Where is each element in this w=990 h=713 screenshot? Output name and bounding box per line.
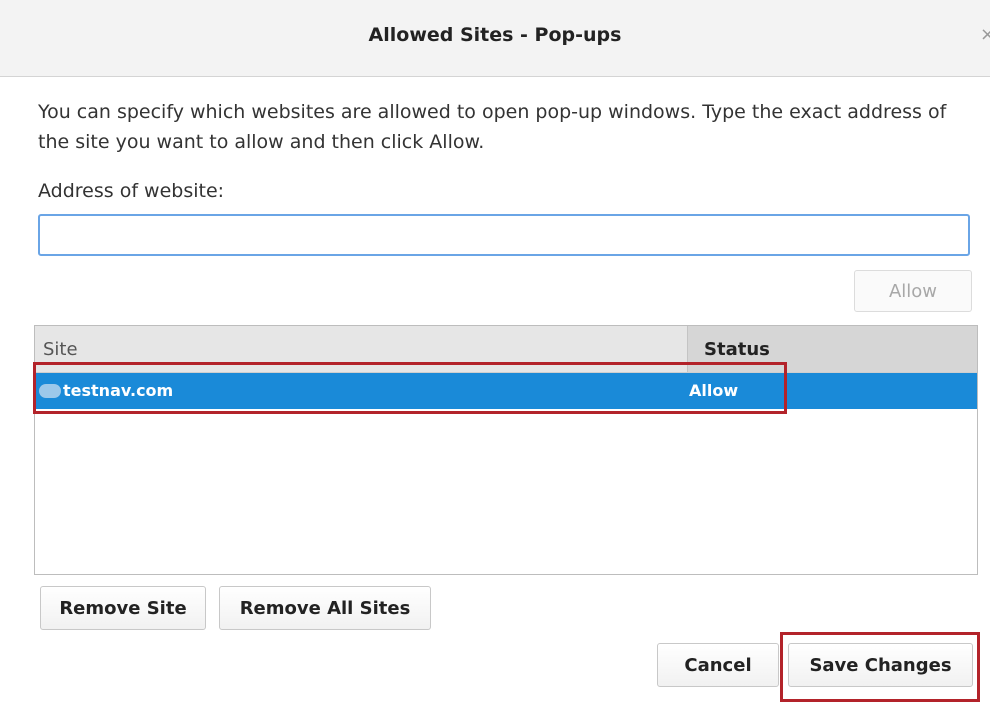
remove-site-button[interactable]: Remove Site (40, 586, 206, 630)
column-header-status: Status (704, 339, 770, 360)
cancel-button[interactable]: Cancel (657, 643, 779, 687)
title-bar: Allowed Sites - Pop-ups × (0, 0, 990, 77)
annotation-box-save-changes (780, 632, 980, 702)
address-input[interactable] (38, 214, 970, 256)
description-text: You can specify which websites are allow… (38, 101, 947, 153)
column-header-site[interactable]: Site (43, 339, 78, 360)
close-icon[interactable]: × (980, 24, 990, 45)
allow-button[interactable]: Allow (854, 270, 972, 312)
allowed-sites-dialog: Allowed Sites - Pop-ups × You can specif… (0, 0, 990, 713)
dialog-title: Allowed Sites - Pop-ups (368, 24, 622, 46)
address-label: Address of website: (38, 180, 225, 202)
annotation-box-selected-row (33, 362, 787, 414)
remove-all-sites-button[interactable]: Remove All Sites (219, 586, 431, 630)
